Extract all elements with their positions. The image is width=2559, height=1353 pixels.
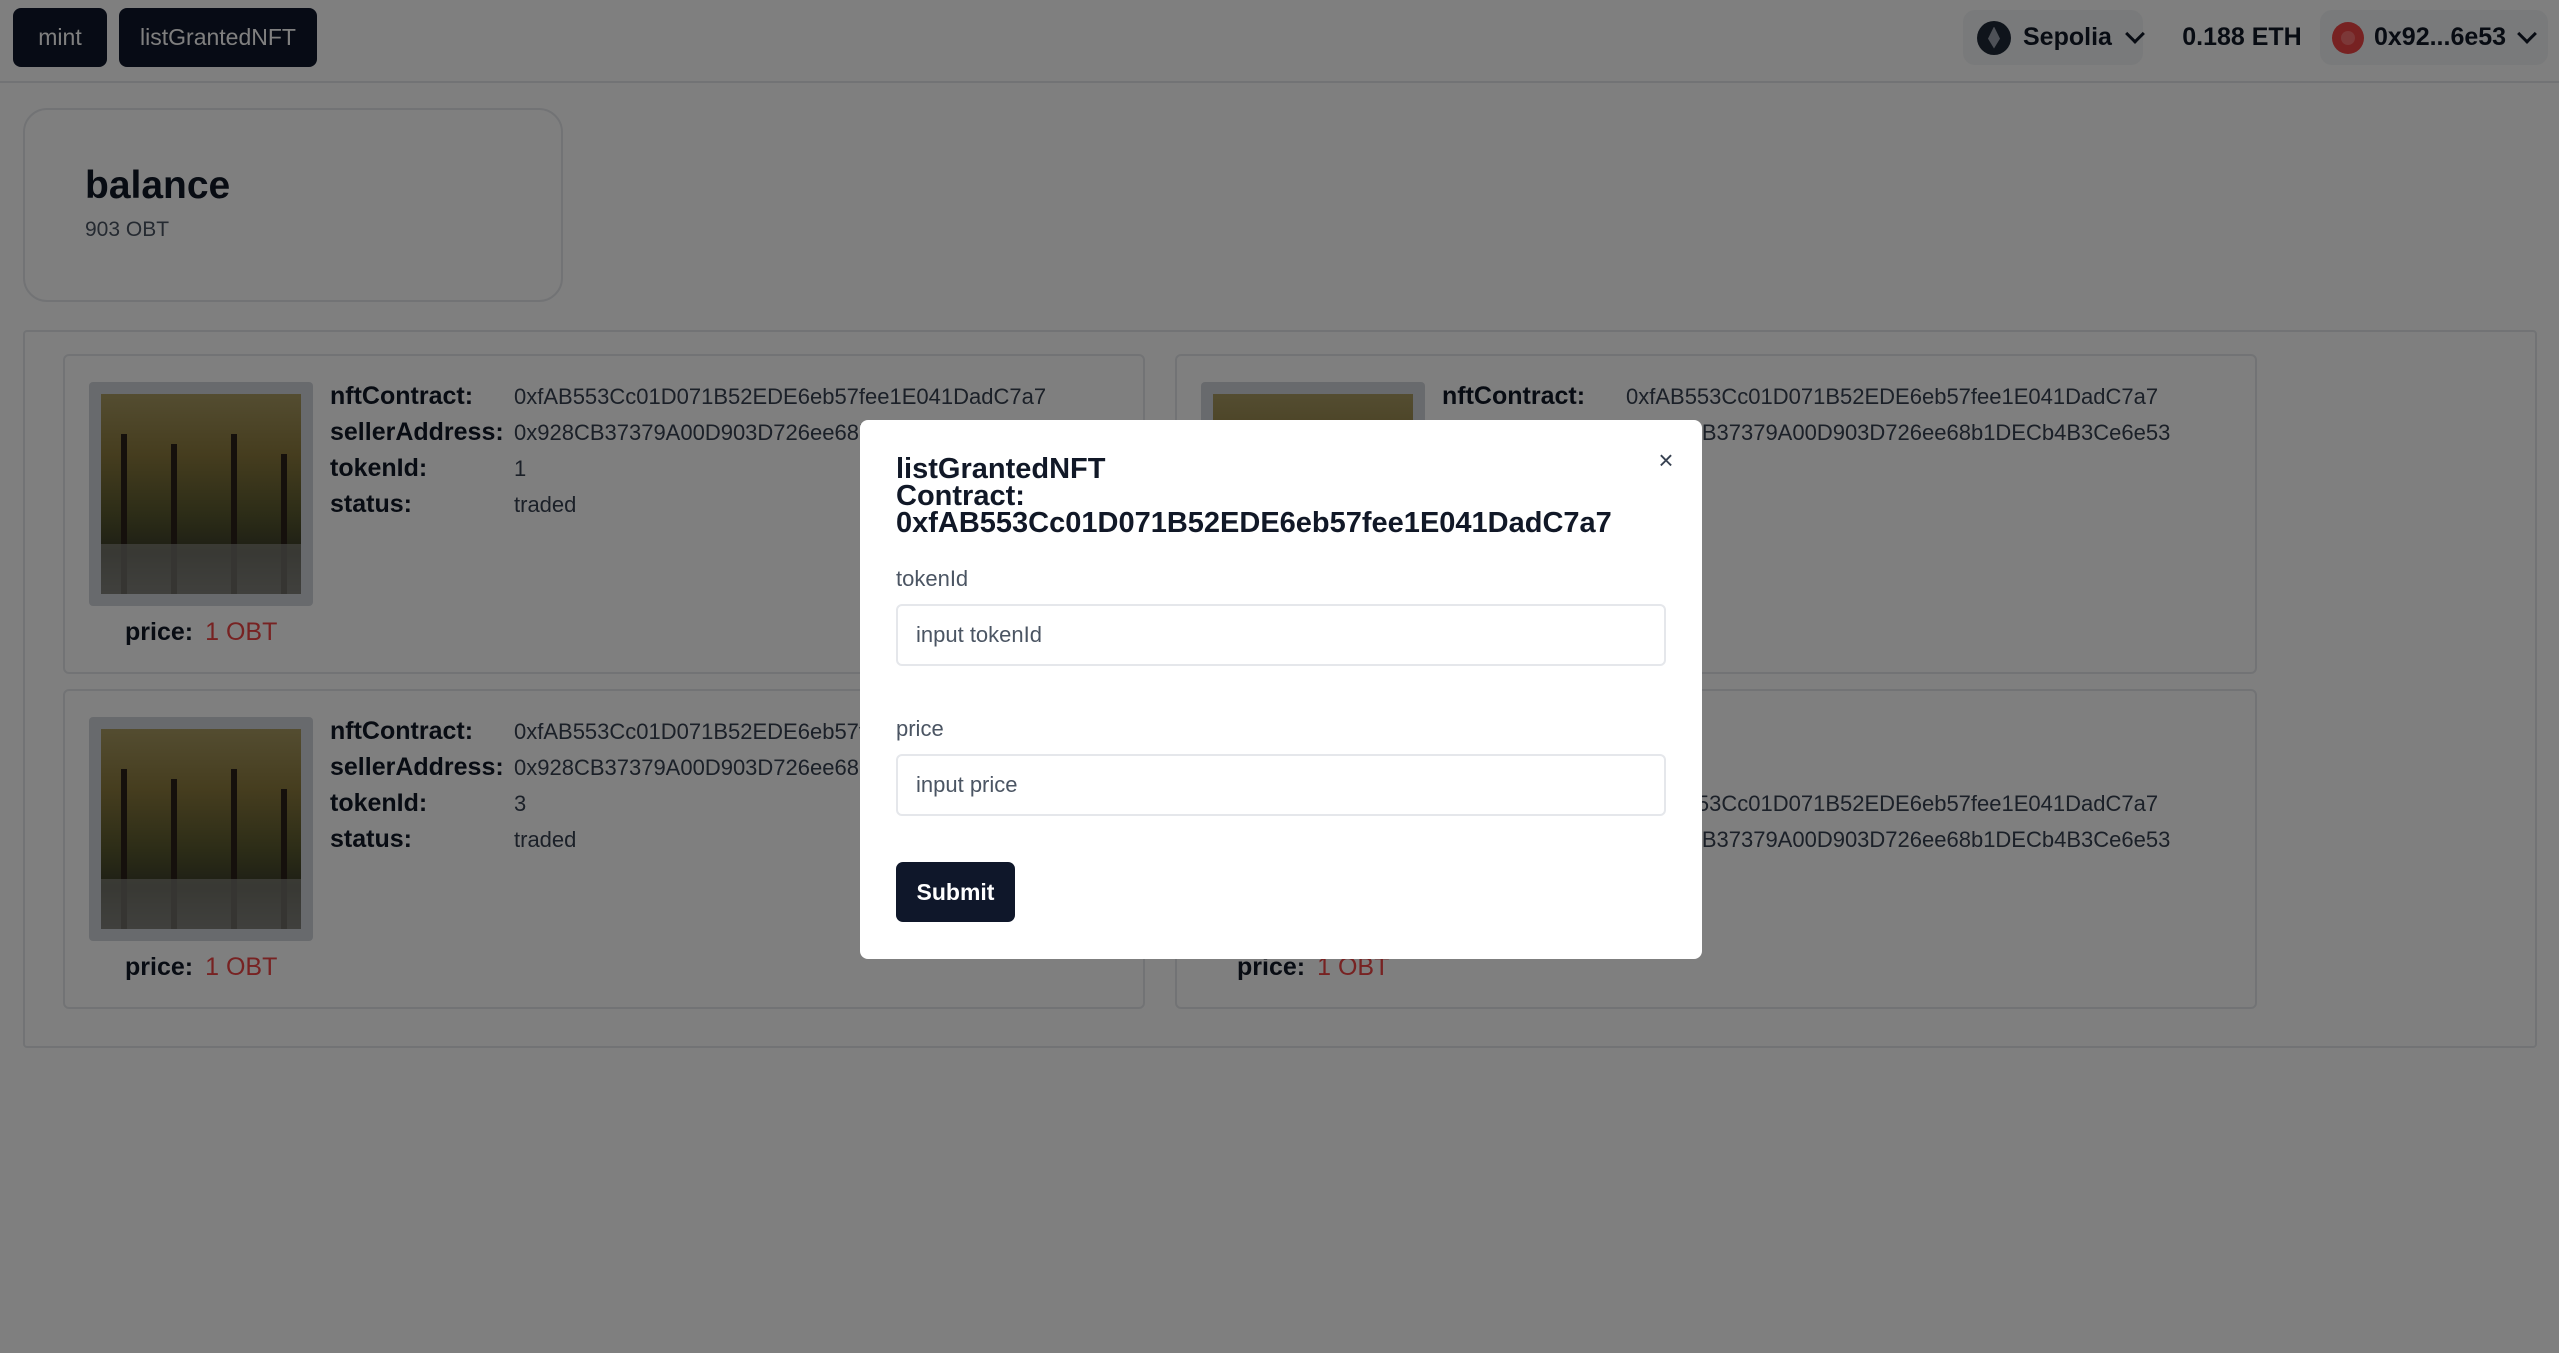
list-granted-nft-modal: listGrantedNFT Contract: 0xfAB553Cc01D07… [860,420,1702,959]
token-id-input[interactable] [896,604,1666,666]
modal-contract-label: Contract: [896,480,1025,512]
price-input[interactable] [896,754,1666,816]
modal-contract-address: 0xfAB553Cc01D071B52EDE6eb57fee1E041DadC7… [896,507,1612,539]
token-id-field-label: tokenId [896,566,969,591]
submit-button[interactable]: Submit [896,862,1015,922]
modal-title-text: listGrantedNFT [896,453,1106,485]
modal-title: listGrantedNFT Contract: 0xfAB553Cc01D07… [896,453,1656,539]
close-icon[interactable]: × [1652,445,1680,475]
price-field-label: price [896,716,944,741]
